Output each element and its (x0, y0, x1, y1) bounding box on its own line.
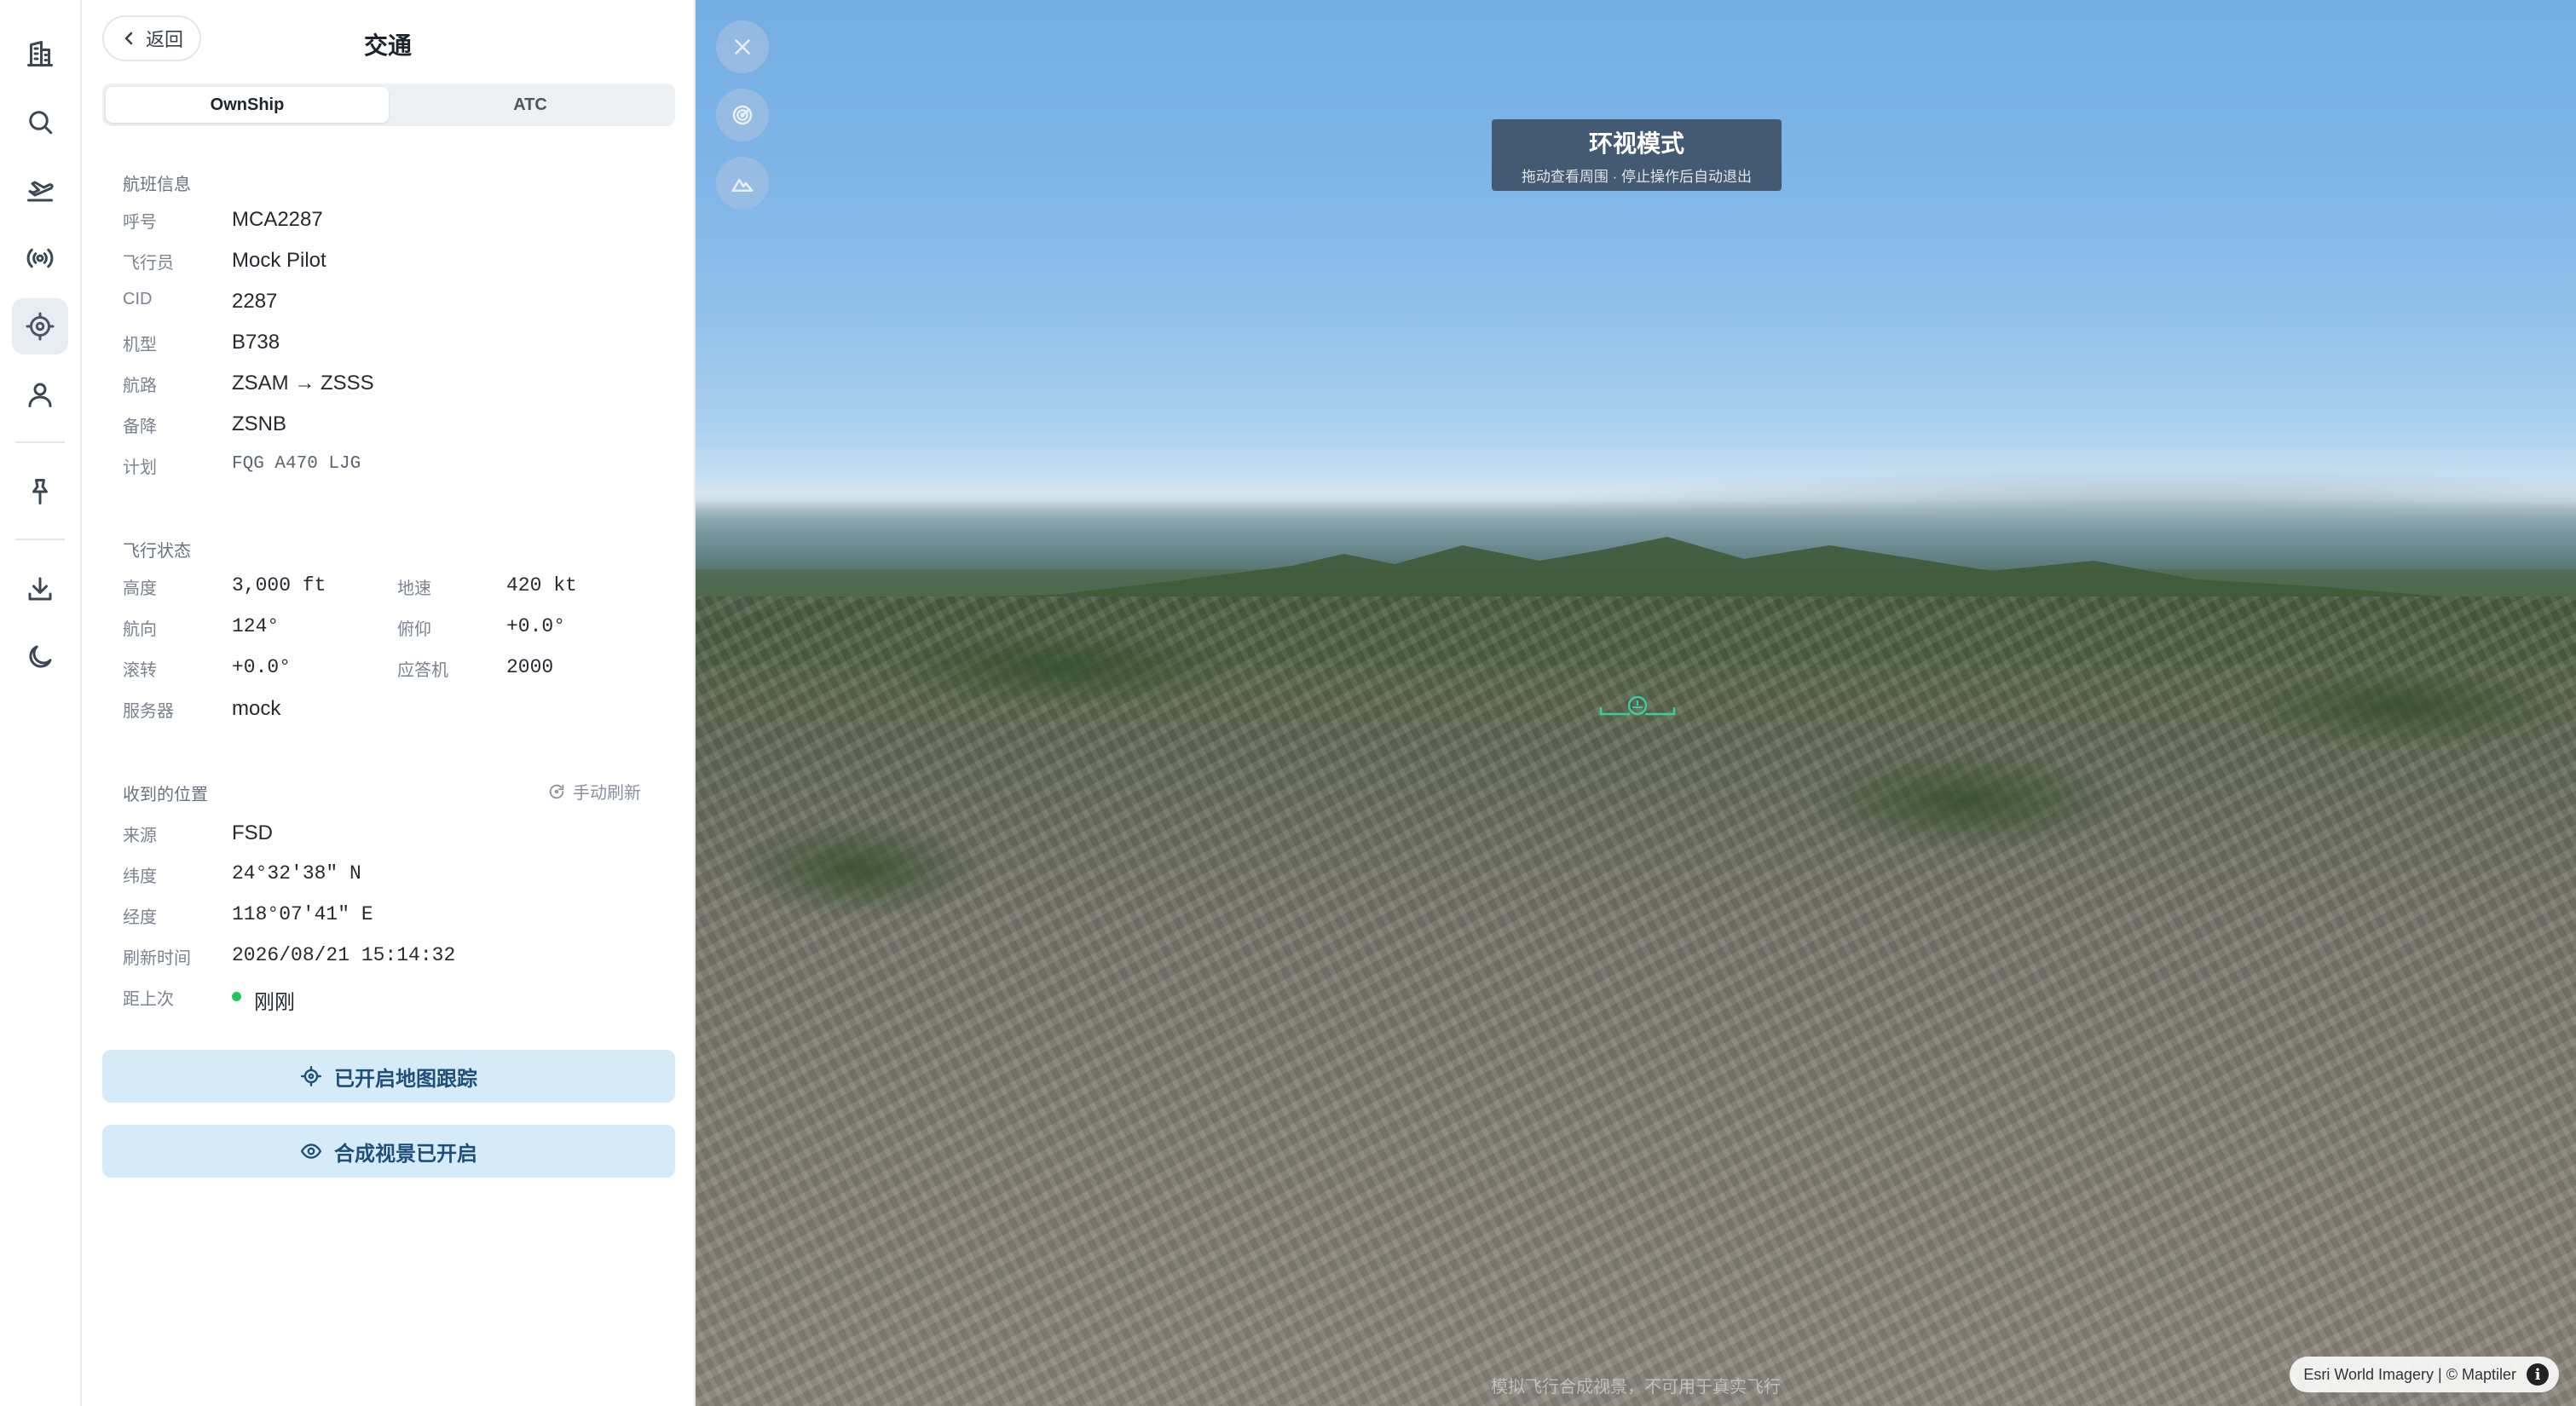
altitude-label: 高度 (123, 579, 157, 598)
roll-label: 滚转 (123, 661, 157, 680)
latitude-label: 纬度 (123, 867, 157, 886)
transponder-value: 2000 (506, 656, 554, 678)
ground-speed-value: 420 kt (506, 574, 577, 596)
rail-radio-button[interactable] (12, 230, 68, 286)
manual-refresh-label: 手动刷新 (573, 784, 641, 803)
rail-flights-button[interactable] (12, 162, 68, 218)
server-label: 服务器 (123, 702, 174, 721)
pilot-label: 飞行员 (123, 254, 174, 273)
icon-rail (0, 0, 82, 1406)
user-icon (28, 383, 52, 407)
aircraft-type-label: 机型 (123, 336, 157, 354)
since-last-label: 距上次 (123, 990, 174, 1009)
updated-time-value: 2026/08/21 15:14:32 (232, 944, 456, 966)
source-label: 来源 (123, 827, 157, 845)
look-around-banner: 环视模式 拖动查看周围 · 停止操作后自动退出 (1492, 119, 1782, 191)
mountain-icon (731, 179, 754, 192)
pitch-value: +0.0° (506, 615, 566, 637)
rail-traffic-button[interactable] (12, 298, 68, 354)
cid-label: CID (123, 290, 153, 308)
synthetic-view-button[interactable]: 合成视景已开启 (102, 1125, 675, 1178)
rail-theme-button[interactable] (12, 629, 68, 685)
latitude-value: 24°32'38" N (232, 862, 361, 885)
refresh-icon (549, 784, 564, 798)
plan-value: FQG A470 LJG (232, 454, 361, 474)
radar-icon (732, 105, 753, 125)
route-label: 航路 (123, 377, 157, 395)
flight-state-heading: 飞行状态 (123, 542, 191, 561)
green-area (883, 631, 1241, 707)
pin-icon (32, 479, 48, 504)
route-value: ZSAM → ZSSS (232, 372, 374, 395)
altitude-value: 3,000 ft (232, 574, 326, 596)
alternate-value: ZSNB (232, 412, 287, 435)
aircraft-type-value: B738 (232, 331, 280, 354)
search-icon (29, 111, 53, 135)
rail-divider (15, 441, 65, 443)
source-value: FSD (232, 821, 273, 844)
server-value: mock (232, 697, 281, 720)
callsign-value: MCA2287 (232, 208, 323, 231)
heading-value: 124° (232, 615, 280, 637)
crosshair-icon (300, 1065, 322, 1087)
alternate-label: 备降 (123, 418, 157, 436)
aircraft-reticle-icon (1599, 695, 1676, 716)
look-around-button[interactable] (716, 89, 769, 141)
green-area (730, 818, 985, 920)
callsign-label: 呼号 (123, 213, 157, 232)
traffic-tabs: OwnShip ATC (102, 84, 675, 126)
since-last-value: 刚刚 (254, 991, 295, 1014)
green-area (2230, 665, 2571, 750)
longitude-label: 经度 (123, 908, 157, 927)
map-attribution: Esri World Imagery | © Maptiler i (2290, 1357, 2559, 1392)
rail-pin-button[interactable] (12, 464, 68, 520)
panel-title: 交通 (363, 32, 412, 59)
cid-value: 2287 (232, 290, 278, 313)
look-around-title: 环视模式 (1588, 130, 1684, 157)
look-around-hint: 拖动查看周围 · 停止操作后自动退出 (1521, 168, 1753, 185)
roll-value: +0.0° (232, 656, 292, 678)
pitch-label: 俯仰 (397, 620, 431, 639)
eye-icon (300, 1144, 322, 1159)
map-tracking-label: 已开启地图跟踪 (334, 1067, 477, 1091)
heading-label: 航向 (123, 620, 157, 639)
received-position-heading: 收到的位置 (123, 786, 208, 804)
rail-download-button[interactable] (12, 561, 68, 617)
crosshair-icon (26, 312, 55, 341)
rail-search-button[interactable] (12, 94, 68, 150)
close-icon (735, 39, 750, 55)
ground-speed-label: 地速 (397, 579, 431, 598)
tab-ownship[interactable]: OwnShip (106, 87, 389, 123)
departure-icon (27, 181, 54, 202)
longitude-value: 118°07'41" E (232, 903, 373, 925)
transponder-label: 应答机 (397, 661, 448, 680)
green-area (1804, 750, 2128, 852)
plan-label: 计划 (123, 458, 157, 477)
map-tracking-button[interactable]: 已开启地图跟踪 (102, 1050, 675, 1103)
status-dot (232, 992, 241, 1001)
terrain-button[interactable] (716, 157, 769, 210)
flight-info-heading: 航班信息 (123, 176, 191, 194)
synthetic-view-label: 合成视景已开启 (334, 1142, 477, 1166)
pilot-value: Mock Pilot (232, 249, 326, 272)
rail-buildings-button[interactable] (12, 26, 68, 82)
close-view-button[interactable] (716, 20, 769, 73)
info-icon[interactable]: i (2527, 1363, 2549, 1386)
synthetic-3d-view[interactable]: 环视模式 拖动查看周围 · 停止操作后自动退出 模拟飞行合成视景，不可用于真实飞… (696, 0, 2576, 1406)
building-icon (27, 41, 53, 66)
rail-profile-button[interactable] (12, 366, 68, 423)
manual-refresh-button[interactable]: 手动刷新 (547, 779, 641, 804)
tab-atc[interactable]: ATC (389, 87, 672, 123)
rail-divider (15, 539, 65, 540)
download-icon (28, 577, 52, 601)
moon-icon (29, 645, 52, 668)
updated-time-label: 刷新时间 (123, 949, 191, 968)
attribution-text: Esri World Imagery | © Maptiler (2303, 1365, 2516, 1383)
traffic-panel: 返回 交通 OwnShip ATC 航班信息 呼号 MCA2287 飞行员 Mo… (82, 0, 696, 1406)
radio-signal-icon (26, 248, 54, 268)
